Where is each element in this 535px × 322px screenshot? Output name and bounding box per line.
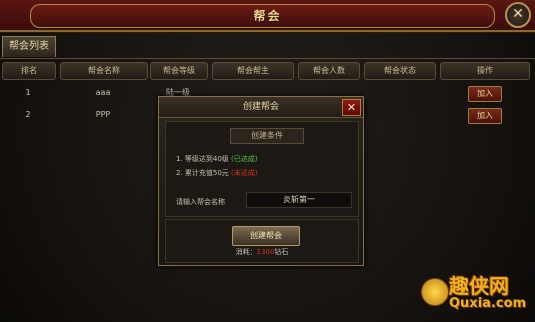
site-watermark: 趣侠网 Quxia.com: [419, 270, 529, 318]
col-guild-leader: 帮会帮主: [212, 62, 294, 80]
row-guild-name: aaa: [95, 88, 111, 97]
row-guild-name: PPP: [95, 110, 111, 119]
col-action: 操作: [440, 62, 530, 80]
coin-logo-icon: [421, 278, 449, 306]
close-icon: ✕: [512, 6, 524, 22]
cost-label: 消耗：: [235, 248, 257, 256]
guild-window: 帮会 ✕ 帮会列表 排名 帮会名称 帮会等级 帮会帮主 帮会人数 帮会状态 操作…: [0, 0, 535, 322]
tab-guild-list[interactable]: 帮会列表: [2, 36, 56, 57]
requirement-level-status: (已达成): [231, 155, 258, 163]
col-guild-level: 帮会等级: [150, 62, 208, 80]
row-rank: 1: [25, 88, 31, 97]
watermark-title: 趣侠网: [449, 274, 509, 298]
row-rank: 2: [25, 110, 31, 119]
cost-line: 消耗：1300钻石: [166, 247, 358, 257]
join-button[interactable]: 加入: [468, 108, 502, 124]
window-title: 帮会: [253, 9, 282, 23]
requirement-recharge-status: (未达成): [231, 169, 258, 177]
cost-amount: 1300: [256, 248, 275, 256]
close-window-button[interactable]: ✕: [505, 2, 531, 28]
conditions-label: 创建条件: [230, 128, 304, 144]
dialog-title: 创建帮会: [159, 97, 363, 118]
tab-bar: 帮会列表: [0, 34, 535, 59]
requirement-level: 1. 等级达到40级 (已达成): [176, 154, 258, 164]
dialog-close-button[interactable]: ✕: [342, 99, 361, 116]
guild-name-label: 请输入帮会名称: [176, 198, 225, 206]
create-guild-dialog: 创建帮会 ✕ 创建条件 1. 等级达到40级 (已达成) 2. 累计充值50元 …: [158, 96, 364, 266]
create-panel: 创建帮会 消耗：1300钻石: [165, 219, 359, 263]
requirement-recharge: 2. 累计充值50元 (未达成): [176, 168, 258, 178]
conditions-panel: 创建条件 1. 等级达到40级 (已达成) 2. 累计充值50元 (未达成) 请…: [165, 121, 359, 217]
guild-name-input[interactable]: 炎斩第一: [246, 192, 352, 208]
col-rank: 排名: [2, 62, 56, 80]
col-guild-status: 帮会状态: [364, 62, 436, 80]
requirement-recharge-text: 2. 累计充值50元: [176, 169, 229, 177]
close-icon: ✕: [346, 101, 357, 114]
col-guild-members: 帮会人数: [298, 62, 360, 80]
table-header: 排名 帮会名称 帮会等级 帮会帮主 帮会人数 帮会状态 操作: [0, 62, 535, 80]
create-guild-button[interactable]: 创建帮会: [232, 226, 300, 246]
col-guild-name: 帮会名称: [60, 62, 148, 80]
join-button[interactable]: 加入: [468, 86, 502, 102]
requirement-level-text: 1. 等级达到40级: [176, 155, 229, 163]
watermark-url: Quxia.com: [449, 296, 527, 311]
title-bar: 帮会 ✕: [0, 0, 535, 32]
cost-unit: 钻石: [274, 248, 289, 256]
